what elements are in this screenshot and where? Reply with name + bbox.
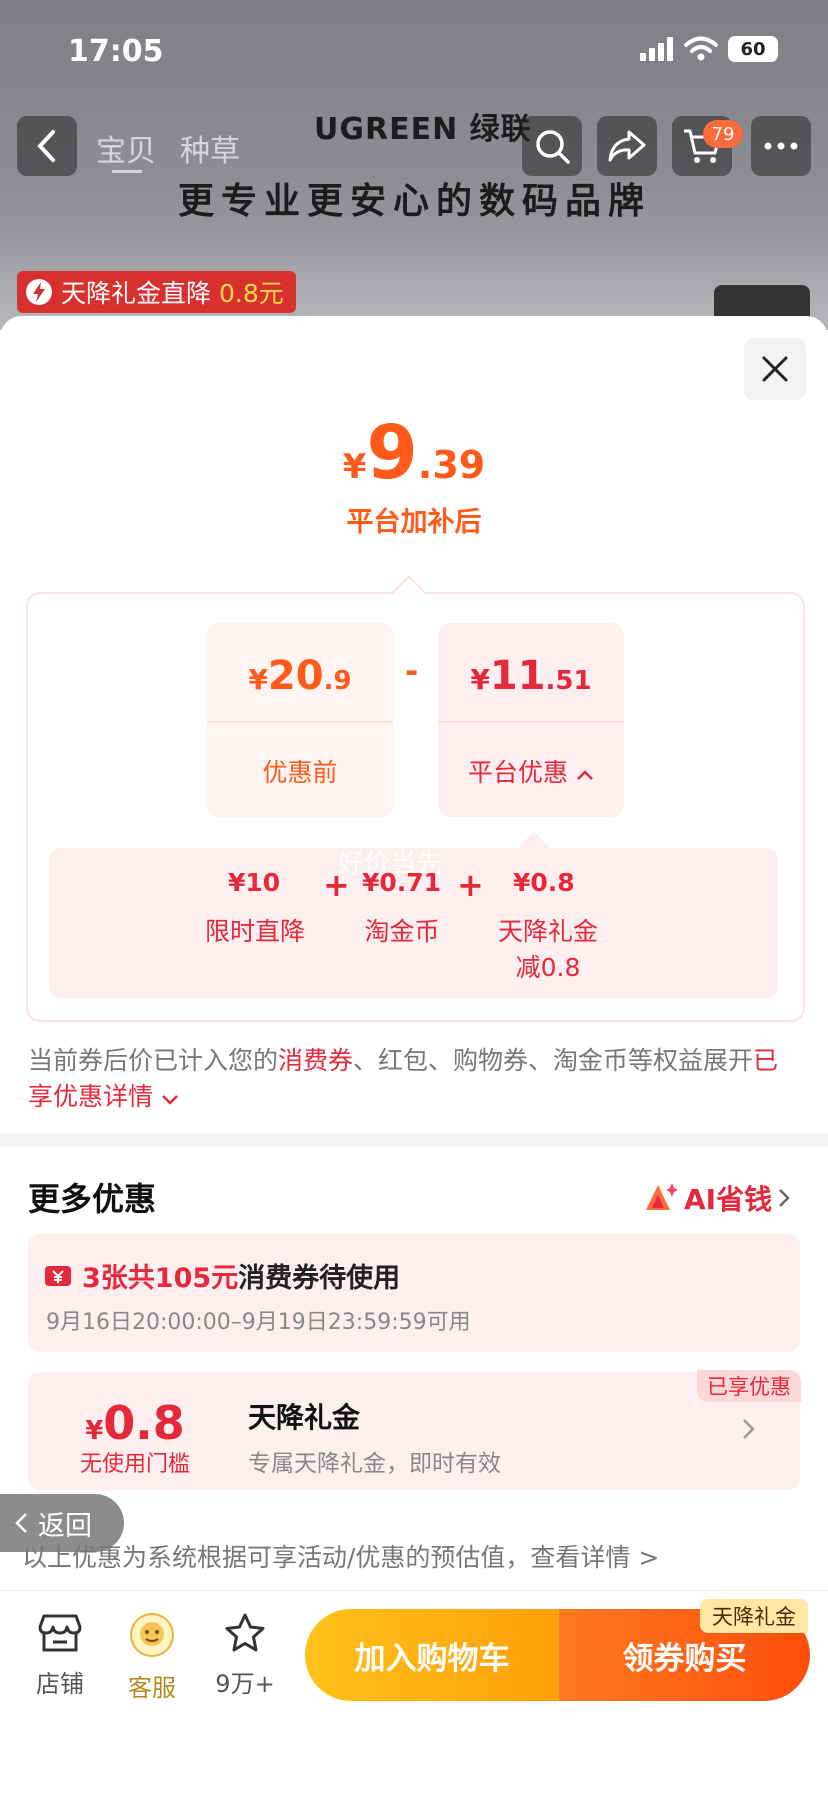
breakdown-sub-3: 减0.8 bbox=[515, 953, 581, 982]
section-divider bbox=[0, 1133, 828, 1147]
chevron-right-icon bbox=[743, 1419, 755, 1439]
final-price-currency: ¥ bbox=[342, 447, 367, 487]
final-price-decimal: .39 bbox=[417, 443, 486, 487]
plus-operator: + bbox=[323, 866, 350, 904]
more-dots-icon bbox=[764, 142, 798, 150]
tab-product[interactable]: 宝贝 bbox=[96, 126, 156, 170]
breakdown-label-3: 天降礼金 bbox=[497, 917, 598, 946]
ai-save-link[interactable]: AI省钱 bbox=[644, 1178, 790, 1218]
minus-operator: - bbox=[405, 652, 419, 690]
return-label: 返回 bbox=[38, 1510, 92, 1542]
share-button[interactable] bbox=[597, 116, 657, 176]
status-icons: 60 bbox=[640, 36, 778, 62]
final-price-integer: 9 bbox=[366, 410, 418, 496]
store-button[interactable]: 店铺 bbox=[20, 1612, 100, 1699]
gift-banner-amount: 0.8元 bbox=[219, 279, 284, 308]
gift-title: 天降礼金 bbox=[248, 1401, 361, 1434]
price-note: 当前券后价已计入您的消费券、红包、购物券、淘金币等权益展开已享优惠详情 bbox=[28, 1046, 779, 1111]
share-icon bbox=[608, 130, 646, 162]
platform-discount-card[interactable]: ¥11.51 平台优惠 bbox=[438, 623, 624, 817]
final-price-caption: 平台加补后 bbox=[346, 507, 482, 538]
final-price: ¥9.39 bbox=[0, 410, 828, 496]
consumption-coupon-link[interactable]: 消费券 bbox=[278, 1046, 353, 1075]
lightning-icon bbox=[26, 279, 52, 305]
coupon-text: 消费券待使用 bbox=[238, 1263, 401, 1294]
favorite-button[interactable]: 9万+ bbox=[205, 1612, 285, 1699]
platform-discount-label: 平台优惠 bbox=[438, 753, 624, 789]
gift-banner-text: 天降礼金直降 bbox=[61, 279, 212, 308]
search-button[interactable] bbox=[522, 116, 582, 176]
coupon-period: 9月16日20:00:00–9月19日23:59:59可用 bbox=[46, 1310, 471, 1335]
close-button[interactable] bbox=[744, 338, 806, 400]
add-to-cart-button[interactable]: 加入购物车 bbox=[305, 1609, 559, 1701]
platform-discount: ¥11.51 bbox=[470, 653, 592, 699]
banner-slogan: 更专业更安心的数码品牌 bbox=[178, 181, 652, 222]
coupon-highlight: 3张共105元 bbox=[82, 1263, 239, 1294]
chevron-right-icon bbox=[779, 1189, 790, 1207]
original-price-card: ¥20.9 优惠前 bbox=[207, 623, 393, 817]
breakdown-value-3: ¥0.8 bbox=[513, 868, 575, 897]
coupon-title: 3张共105元 消费券待使用 bbox=[44, 1256, 400, 1295]
chevron-up-icon bbox=[577, 770, 593, 780]
favorite-count: 9万+ bbox=[215, 1670, 275, 1698]
close-icon bbox=[762, 356, 788, 382]
gift-description: 专属天降礼金，即时有效 bbox=[248, 1451, 501, 1477]
breakdown-value-2: ¥0.71 bbox=[362, 868, 442, 897]
wifi-icon bbox=[684, 36, 718, 61]
status-time: 17:05 bbox=[68, 34, 164, 69]
customer-service-icon bbox=[130, 1613, 174, 1657]
star-icon bbox=[225, 1613, 265, 1652]
customer-service-label: 客服 bbox=[128, 1674, 176, 1702]
battery-indicator: 60 bbox=[728, 36, 778, 62]
breakdown-value-1: ¥10 bbox=[228, 868, 281, 897]
more-button[interactable] bbox=[751, 116, 811, 176]
tab-indicator bbox=[112, 170, 142, 173]
tab-recommend[interactable]: 种草 bbox=[180, 126, 240, 170]
chevron-left-icon bbox=[37, 130, 55, 162]
breakdown-label-2: 淘金币 bbox=[364, 917, 440, 946]
ai-save-label: AI省钱 bbox=[684, 1183, 773, 1216]
gift-condition: 无使用门槛 bbox=[79, 1452, 190, 1477]
back-button[interactable] bbox=[17, 116, 77, 176]
store-icon bbox=[38, 1614, 82, 1652]
original-price: ¥20.9 bbox=[248, 653, 352, 699]
coupon-icon bbox=[45, 1265, 71, 1286]
estimate-disclaimer[interactable]: 以上优惠为系统根据可享活动/优惠的预估值，查看详情 > bbox=[22, 1538, 659, 1574]
signal-icon bbox=[640, 37, 673, 61]
gift-banner: 天降礼金直降 0.8元 bbox=[17, 271, 296, 313]
chevron-left-icon bbox=[15, 1513, 27, 1533]
original-price-label: 优惠前 bbox=[262, 758, 338, 787]
plus-operator: + bbox=[457, 866, 484, 904]
gift-amount: ¥0.8 bbox=[85, 1396, 185, 1450]
ai-sparkle-icon bbox=[646, 1183, 678, 1210]
store-label: 店铺 bbox=[36, 1670, 84, 1698]
more-offers-title: 更多优惠 bbox=[28, 1180, 157, 1218]
search-icon bbox=[536, 130, 570, 164]
enjoyed-badge: 已享优惠 bbox=[697, 1370, 801, 1402]
return-button[interactable]: 返回 bbox=[0, 1494, 124, 1552]
breakdown-label-1: 限时直降 bbox=[204, 917, 305, 946]
cart-count-badge: 79 bbox=[703, 120, 743, 148]
customer-service-button[interactable]: 客服 bbox=[112, 1612, 192, 1703]
brand-logo: UGREEN 绿联 bbox=[314, 112, 532, 147]
chevron-down-icon[interactable] bbox=[161, 1093, 179, 1105]
gift-money-tag: 天降礼金 bbox=[700, 1599, 808, 1633]
